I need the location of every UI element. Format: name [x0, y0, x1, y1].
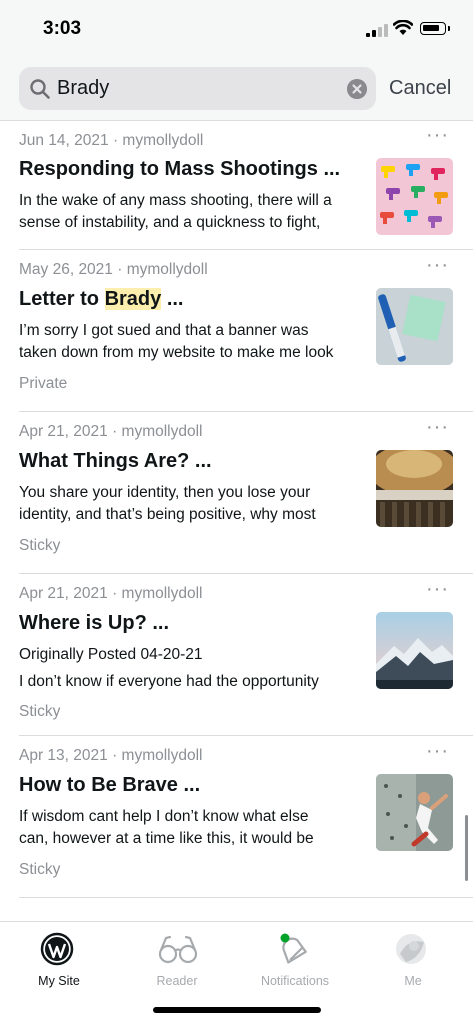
post-meta: May 26, 2021 · mymollydoll [19, 261, 208, 278]
reader-glasses-icon [158, 935, 198, 964]
tab-label: My Site [38, 974, 80, 988]
excerpt-line: You share your identity, then you lose y… [19, 484, 311, 501]
excerpt-line: Originally Posted 04-20-21 [19, 646, 203, 663]
post-excerpt: Originally Posted 04-20-21 I don’t know … [19, 644, 361, 693]
tab-notifications[interactable]: Notifications [236, 930, 354, 990]
post-thumbnail [376, 450, 453, 527]
post-meta: Apr 21, 2021 · mymollydoll [19, 423, 203, 440]
post-thumbnail [376, 774, 453, 851]
post-title: What Things Are? ... [19, 450, 212, 472]
post-title: Letter to Brady ... [19, 288, 184, 311]
post-title-text: ... [161, 288, 184, 310]
post-status-label: Private [19, 375, 68, 392]
post-excerpt: I’m sorry I got sued and that a banner w… [19, 320, 361, 364]
search-highlight: Brady [104, 288, 162, 310]
post-item[interactable]: Apr 21, 2021 · mymollydoll ··· What Thin… [0, 412, 473, 574]
notifications-bell-icon [280, 933, 307, 964]
post-status-label: Sticky [19, 537, 61, 554]
post-excerpt: In the wake of any mass shooting, there … [19, 190, 361, 234]
wifi-icon [393, 20, 413, 35]
tab-me[interactable]: Me [354, 930, 472, 990]
me-avatar-icon [396, 934, 426, 964]
excerpt-line: sense of instability, and a quickness to… [19, 214, 321, 231]
post-status-label: Sticky [19, 861, 61, 878]
post-title-text: Letter to [19, 288, 105, 310]
post-meta: Jun 14, 2021 · mymollydoll [19, 132, 204, 149]
more-icon[interactable]: ··· [426, 124, 449, 147]
status-bar: 3:03 [0, 0, 473, 58]
post-thumbnail [376, 158, 453, 235]
excerpt-line: In the wake of any mass shooting, there … [19, 192, 332, 209]
search-input[interactable] [57, 77, 347, 100]
search-field[interactable] [19, 67, 376, 110]
excerpt-line: If wisdom cant help I don’t know what el… [19, 808, 309, 825]
post-meta: Apr 21, 2021 · mymollydoll [19, 585, 203, 602]
more-icon[interactable]: ··· [426, 740, 449, 763]
excerpt-line: I’m sorry I got sued and that a banner w… [19, 322, 309, 339]
excerpt-line: I don’t know if everyone had the opportu… [19, 673, 319, 690]
post-list: Jun 14, 2021 · mymollydoll ··· Respondin… [0, 120, 473, 898]
post-item[interactable]: May 26, 2021 · mymollydoll ··· Letter to… [0, 250, 473, 412]
scroll-indicator[interactable] [465, 815, 468, 881]
cancel-button[interactable]: Cancel [389, 77, 451, 100]
more-icon[interactable]: ··· [426, 578, 449, 601]
more-icon[interactable]: ··· [426, 254, 449, 277]
post-item[interactable]: Apr 13, 2021 · mymollydoll ··· How to Be… [0, 736, 473, 898]
post-excerpt: You share your identity, then you lose y… [19, 482, 361, 526]
tab-reader[interactable]: Reader [118, 930, 236, 990]
post-title: How to Be Brave ... [19, 774, 201, 796]
tab-label: Me [404, 974, 422, 988]
post-meta: Apr 13, 2021 · mymollydoll [19, 747, 203, 764]
tab-my-site[interactable]: My Site [0, 930, 118, 990]
search-header: Cancel [0, 58, 473, 121]
divider [19, 897, 473, 898]
post-thumbnail [376, 288, 453, 365]
clear-search-icon[interactable] [347, 79, 367, 99]
post-thumbnail [376, 612, 453, 689]
cellular-signal-icon [366, 23, 388, 37]
post-title: Responding to Mass Shootings ... [19, 158, 341, 180]
more-icon[interactable]: ··· [426, 416, 449, 439]
wordpress-icon [40, 932, 74, 966]
tab-label: Notifications [260, 974, 330, 988]
excerpt-line: can, however at a time like this, it wou… [19, 830, 314, 847]
search-icon [30, 79, 50, 99]
post-title: Where is Up? ... [19, 612, 170, 634]
status-time: 3:03 [43, 18, 82, 39]
excerpt-line: taken down from my website to make me lo… [19, 344, 334, 361]
notification-dot [280, 933, 290, 943]
tab-label: Reader [156, 974, 198, 988]
battery-icon [420, 22, 450, 35]
post-excerpt: If wisdom cant help I don’t know what el… [19, 806, 361, 850]
post-item[interactable]: Jun 14, 2021 · mymollydoll ··· Respondin… [0, 120, 473, 250]
post-item[interactable]: Apr 21, 2021 · mymollydoll ··· Where is … [0, 574, 473, 736]
post-status-label: Sticky [19, 703, 61, 720]
home-indicator[interactable] [153, 1007, 321, 1013]
excerpt-line: identity, and that’s being positive, why… [19, 506, 316, 523]
